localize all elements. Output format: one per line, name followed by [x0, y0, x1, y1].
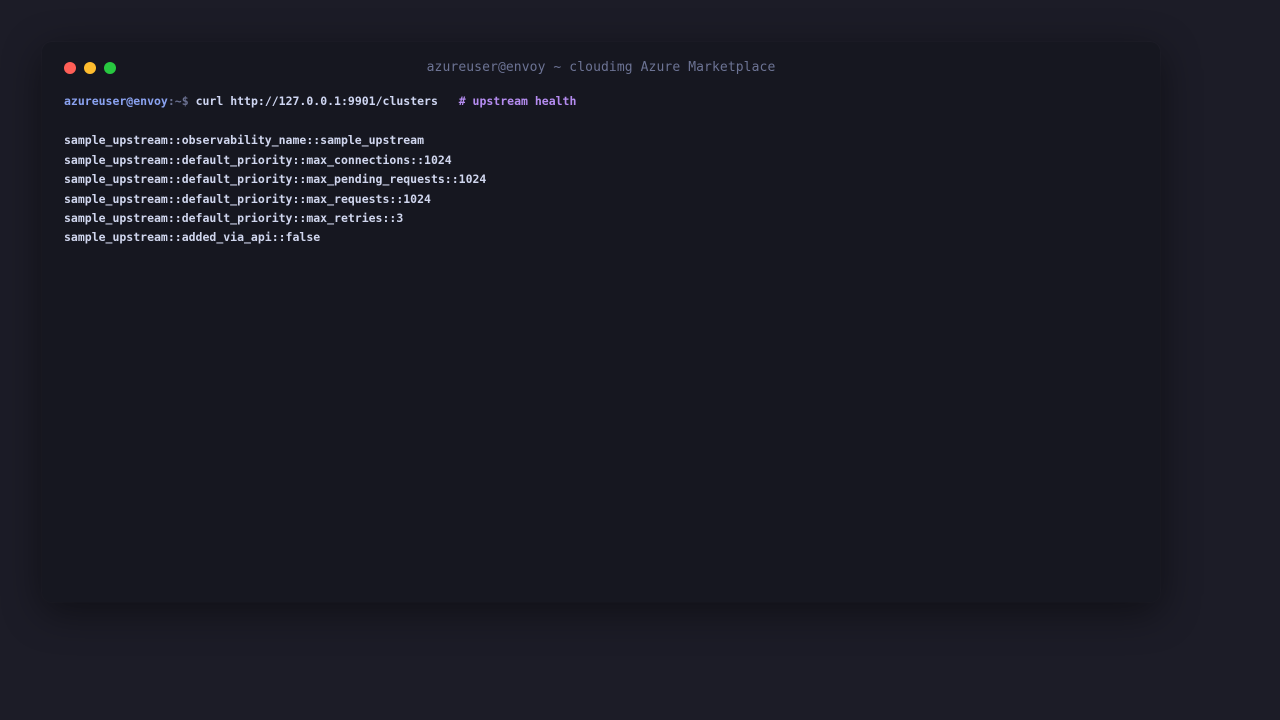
- command-prompt-line: azureuser@envoy:~$ curl http://127.0.0.1…: [64, 92, 1138, 111]
- command-text: curl http://127.0.0.1:9901/clusters: [195, 94, 438, 108]
- command-comment: # upstream health: [458, 94, 577, 108]
- prompt-user-host: azureuser@envoy: [64, 94, 168, 108]
- terminal-window: azureuser@envoy ~ cloudimg Azure Marketp…: [42, 42, 1160, 602]
- output-line: sample_upstream::observability_name::sam…: [64, 133, 425, 148]
- output-line: sample_upstream::default_priority::max_r…: [64, 211, 404, 226]
- output-line: sample_upstream::default_priority::max_p…: [64, 172, 487, 187]
- command-output: sample_upstream::observability_name::sam…: [64, 131, 1138, 247]
- titlebar: azureuser@envoy ~ cloudimg Azure Marketp…: [42, 42, 1160, 92]
- window-title: azureuser@envoy ~ cloudimg Azure Marketp…: [426, 60, 776, 75]
- output-line: sample_upstream::added_via_api::false: [64, 230, 321, 245]
- output-line: sample_upstream::default_priority::max_r…: [64, 191, 431, 206]
- prompt-path: :~$: [167, 94, 189, 108]
- terminal-output-area[interactable]: azureuser@envoy:~$ curl http://127.0.0.1…: [64, 92, 1138, 582]
- output-line: sample_upstream::default_priority::max_c…: [64, 152, 452, 167]
